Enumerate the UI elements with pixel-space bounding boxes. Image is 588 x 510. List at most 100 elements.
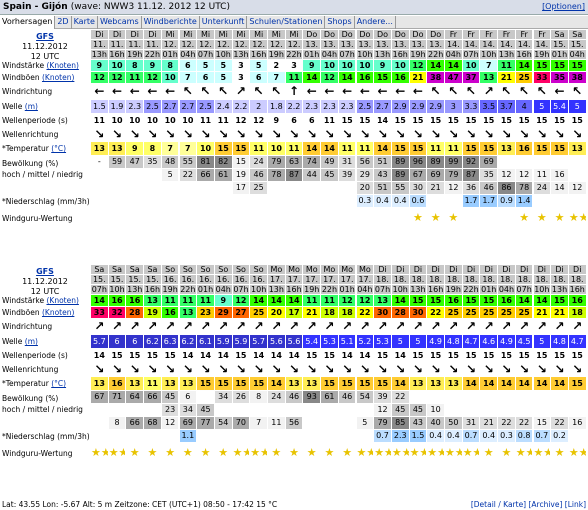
tab-0[interactable]: Vorhersagen [0,16,56,29]
gust-cell: 19 [144,307,161,318]
row-wave: Welle (m) 5.7 6 6 6.2 6.3 6.2 6.1 5.9 5.9 5.7 5.6 5.… [0,335,588,349]
stars-cell: ★★ [462,443,480,464]
wave-cell: 1.5 [91,100,108,113]
stars-cell: ★★ [568,208,586,229]
hours-cell: 07h [338,50,356,59]
star-icon: ★ [554,446,565,459]
options-link[interactable]: [Optionen] [542,2,585,11]
days-cell: So [179,265,197,274]
cloudl-cell: 11 [268,417,285,429]
row-gust: Windböen (Knoten) 12 12 11 12 10 7 6 5 3 6 7 11 14 12 1… [0,72,588,84]
rain-cell [268,195,285,207]
cloudm-cell: 45 [409,404,427,416]
wind-cell: 6 [179,60,197,71]
temp-cell: 11 [338,142,356,155]
days-cell: Do [391,30,409,39]
gust-cell: 25 [498,307,515,318]
temp-cell: 14 [391,377,409,390]
cloudm-cell: 23 [161,404,179,416]
hours-cell: 01h [551,50,568,59]
wdir-cell: ← [359,84,370,98]
period-cell: 15 [412,351,424,360]
rain-cell: 0.8 [515,430,533,442]
period-cell: 6 [291,116,297,125]
period-cell: 14 [182,351,194,360]
cloudh-cell: - [91,156,108,168]
wdir-cell: ← [554,84,565,98]
hours-cell: 01h [338,285,356,294]
days-cell: Do [374,30,391,39]
tab-4[interactable]: Windberichte [142,16,200,29]
wave-cell: 5.1 [338,335,356,348]
pdir-cell: ↘ [289,363,300,376]
days-cell: Mo [356,265,374,274]
period-cell: 15 [518,116,530,125]
days-cell: So [214,265,232,274]
wind-cell: 10 [338,60,356,71]
tab-2[interactable]: Karte [72,16,98,29]
tab-7[interactable]: Shops [325,16,355,29]
temp-cell: 15 [197,377,214,390]
period-cell: 15 [447,351,459,360]
cloudm-cell [285,404,303,416]
cloudm-cell: 19 [232,169,250,181]
pdir-cell: ↘ [342,128,353,141]
cloudl-cell [268,182,285,194]
period-cell: 15 [359,116,371,125]
cloudm-cell [356,404,374,416]
wave-cell: 6.2 [144,335,161,348]
footer: Lat: 43.55 Lon: -5.67 Alt: 5 m Zeitzone:… [0,500,588,510]
stars-cell [108,208,126,229]
gust-cell: 12 [321,72,338,83]
period-cell: 12 [235,116,247,125]
cloudh-cell [427,391,444,403]
wind-cell: 13 [144,295,161,306]
cloudm-cell: 79 [445,169,462,181]
dates-cell: 13. [356,40,374,49]
row-cloudm: hoch / mittel / niedrig 23 34 45 12 45 45 10 [0,404,588,417]
pdir-cell: ↘ [395,128,406,141]
footer-links[interactable]: [Detail / Karte] [Archive] [Link] [471,500,586,509]
cloudm-cell [91,404,108,416]
tab-6[interactable]: Schulen/Stationen [247,16,326,29]
pdir-cell: ↘ [289,128,300,141]
pdir-cell: ↘ [430,128,441,141]
stars-cell: ★ [533,208,551,229]
stars-cell [462,208,480,229]
days-cell: Fr [515,30,533,39]
cloudh-cell [551,156,568,168]
wave-cell: 1.9 [108,100,126,113]
wind-cell: 14 [391,295,409,306]
days-cell: Di [91,30,108,39]
wave-cell: 6 [126,335,144,348]
gust-cell: 35 [551,72,568,83]
hours-cell: 04h [179,50,197,59]
tab-1[interactable]: 2D [55,16,72,29]
days-cell: Di [391,265,409,274]
temp-cell: 13 [91,142,108,155]
temp-cell: 14 [551,377,568,390]
pdir-cell: ↘ [218,128,229,141]
cloudh-cell: 22 [391,391,409,403]
tab-8[interactable]: Andere... [355,16,396,29]
wave-cell: 4.7 [568,335,586,348]
cloudm-cell [214,404,232,416]
wave-cell: 2.2 [232,100,250,113]
label-rain: *Niederschlag (mm/3h) [2,431,90,441]
hours-cell: 13h [232,50,250,59]
days-cell: Di [445,265,462,274]
rain-cell [551,195,568,207]
gust-cell: 37 [462,72,480,83]
cloudh-cell: 54 [356,391,374,403]
cloudm-cell: 61 [214,169,232,181]
rain-cell [108,195,126,207]
wind-cell: 12 [409,60,427,71]
rain-cell [126,195,144,207]
period-cell: 10 [146,116,158,125]
tab-5[interactable]: Unterkunft [200,16,248,29]
tab-3[interactable]: Webcams [98,16,142,29]
wdir-cell: ↗ [324,319,335,333]
row-wdir: Windrichtung ← ← ← ← ← ↖ ↖ ↖ ↗ ↖ ↖ ↑ ← ← ← ← ← ← ← ↖ ↖ ↖ ↗ ↖ ↖ ↖ ← ↖ [0,84,588,100]
pdir-cell: ↘ [430,363,441,376]
stars-cell: ★★ [232,443,250,464]
